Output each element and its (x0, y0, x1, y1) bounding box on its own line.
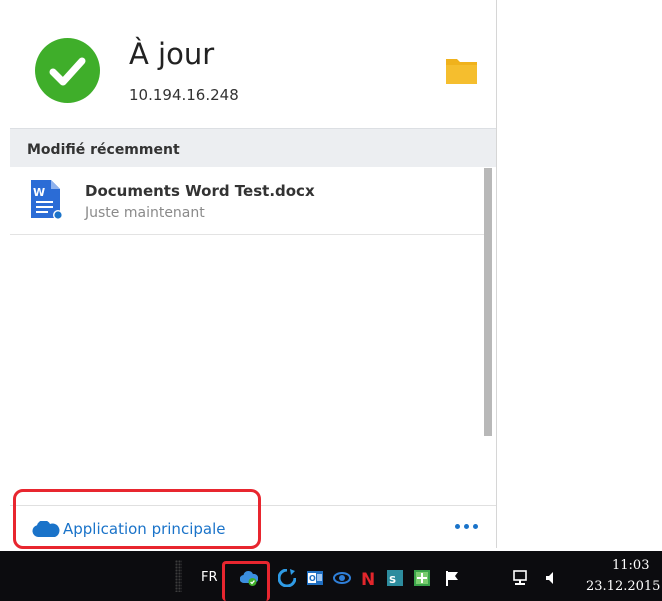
server-address: 10.194.16.248 (129, 86, 239, 104)
svg-text:O: O (309, 574, 316, 583)
outlook-icon[interactable]: O (306, 569, 324, 587)
scrollbar[interactable] (484, 168, 492, 436)
sync-status-popup: À jour 10.194.16.248 Modifié récemment W… (0, 0, 497, 548)
volume-icon[interactable] (542, 569, 560, 587)
sync-icon[interactable] (278, 569, 296, 587)
folder-icon[interactable] (445, 55, 478, 85)
file-name: Documents Word Test.docx (85, 182, 315, 200)
taskbar-grip[interactable] (175, 560, 182, 592)
network-icon[interactable] (511, 569, 529, 587)
list-item[interactable]: W Documents Word Test.docx Juste mainten… (10, 167, 486, 235)
windows-taskbar: FR O N S 11:03 23.12.2015 (0, 551, 662, 601)
recent-section-header: Modifié récemment (10, 128, 496, 167)
recent-header-label: Modifié récemment (27, 142, 180, 158)
clock-time[interactable]: 11:03 (612, 558, 649, 573)
language-indicator[interactable]: FR (201, 570, 218, 585)
flag-icon[interactable] (443, 569, 461, 587)
eye-icon[interactable] (333, 569, 351, 587)
checkmark-icon (35, 38, 100, 103)
app-icon[interactable]: S (386, 569, 404, 587)
highlight-annotation (13, 489, 261, 549)
clock-date[interactable]: 23.12.2015 (586, 579, 660, 594)
more-dot (455, 524, 460, 529)
highlight-annotation (222, 561, 270, 601)
svg-text:S: S (389, 575, 396, 586)
onenote-icon[interactable]: N (359, 569, 377, 587)
more-dot (464, 524, 469, 529)
status-title: À jour (129, 37, 215, 71)
shield-icon[interactable] (413, 569, 431, 587)
word-doc-icon: W (29, 180, 63, 220)
file-modified-time: Juste maintenant (85, 205, 205, 221)
more-options-button[interactable] (454, 518, 480, 534)
more-dot (473, 524, 478, 529)
svg-text:N: N (361, 570, 375, 587)
svg-text:W: W (33, 186, 45, 199)
